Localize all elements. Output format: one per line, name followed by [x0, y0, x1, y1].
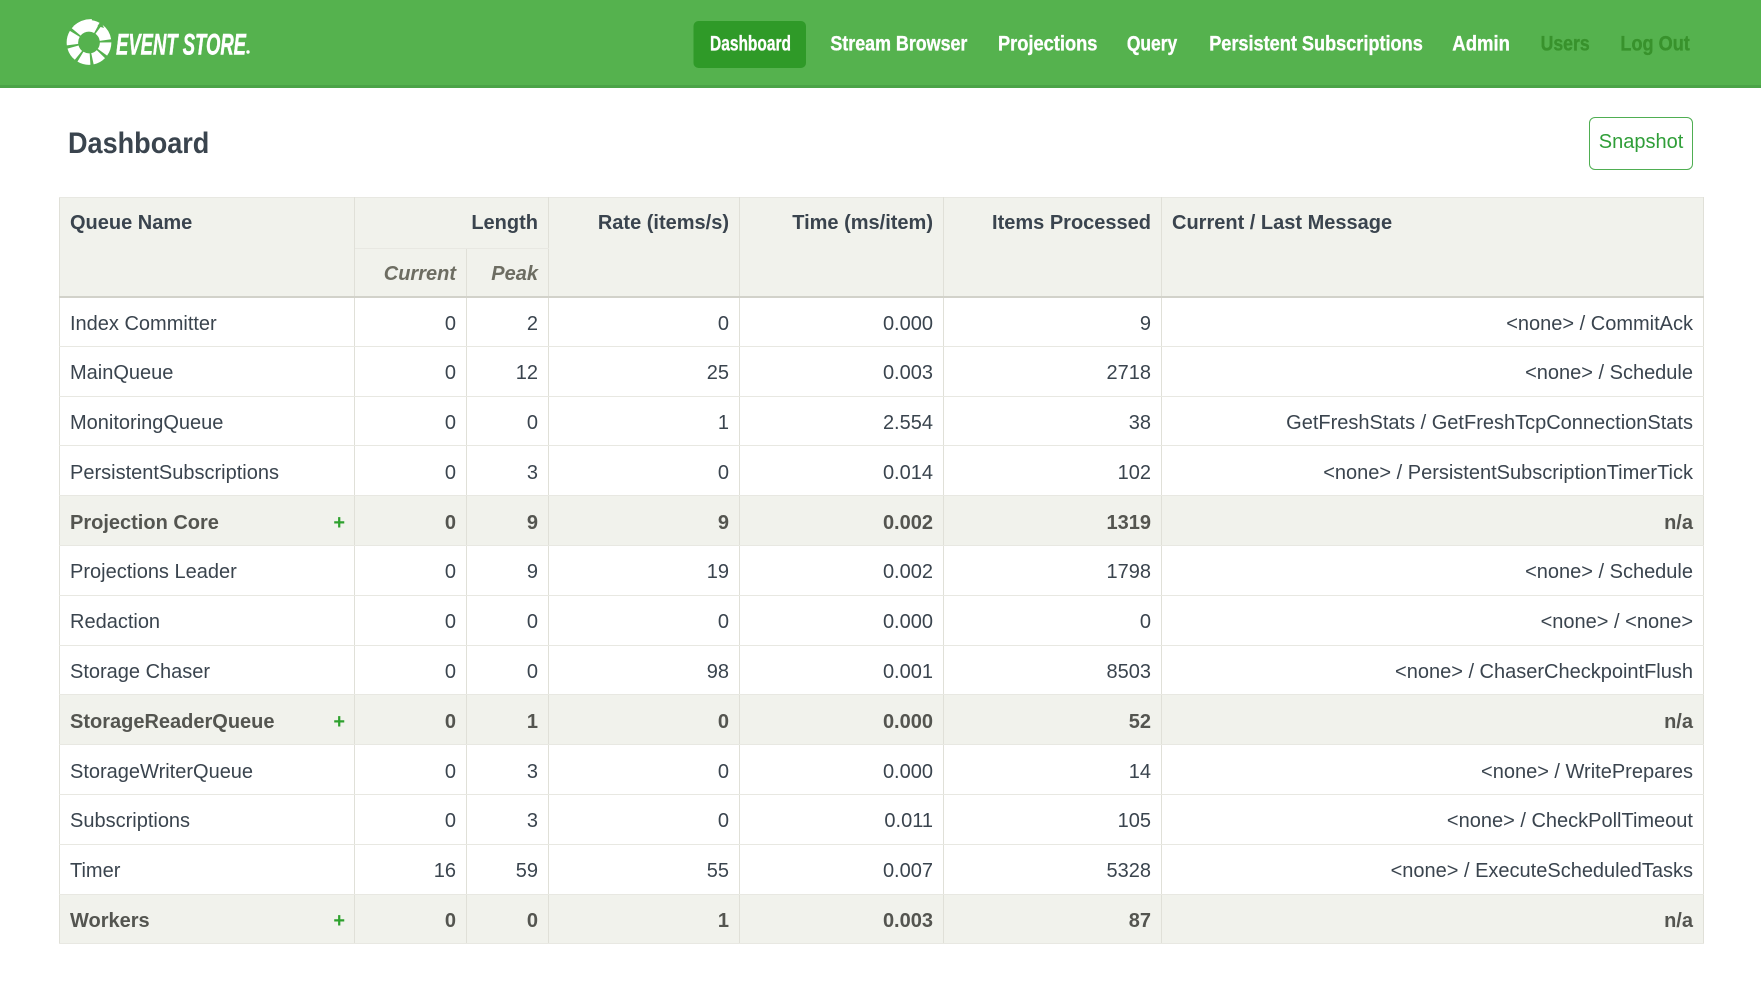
- svg-text:Persistent Subscriptions: Persistent Subscriptions: [1209, 33, 1423, 56]
- svg-text:Log Out: Log Out: [1620, 33, 1689, 56]
- svg-text:Projections: Projections: [998, 33, 1097, 56]
- svg-text:EVENT STORE: EVENT STORE: [116, 28, 247, 61]
- svg-text:Query: Query: [1127, 33, 1178, 56]
- svg-text:Stream Browser: Stream Browser: [830, 33, 967, 56]
- svg-text:Admin: Admin: [1452, 33, 1510, 56]
- svg-text:Users: Users: [1541, 33, 1590, 56]
- svg-text:Dashboard: Dashboard: [710, 33, 791, 56]
